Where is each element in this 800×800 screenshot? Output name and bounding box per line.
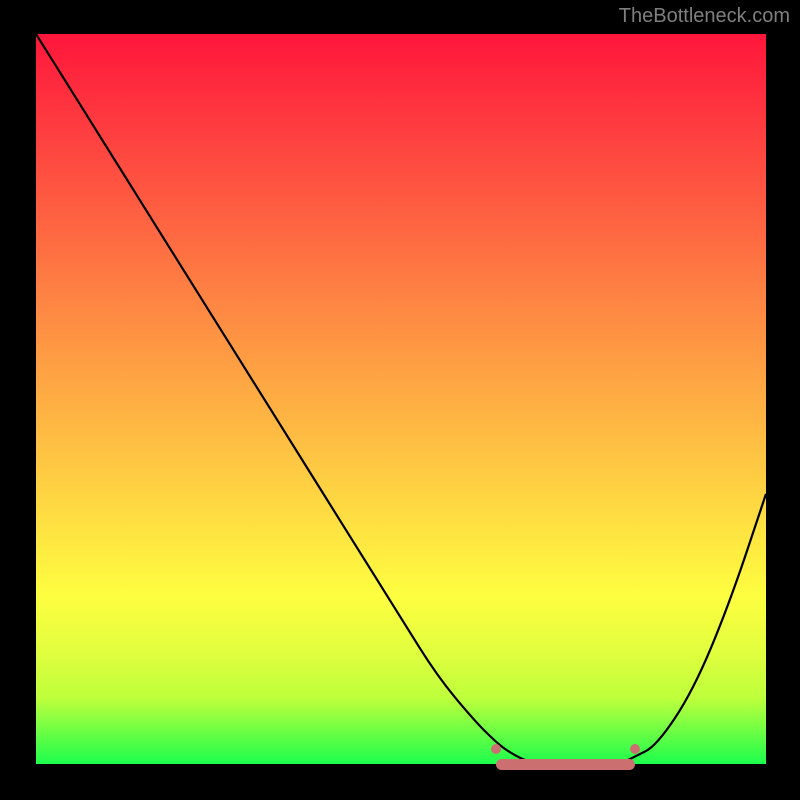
trough-highlight-band bbox=[496, 759, 635, 770]
trough-right-dot bbox=[630, 744, 640, 754]
chart-line bbox=[36, 34, 766, 764]
watermark-text: TheBottleneck.com bbox=[619, 5, 790, 28]
chart-plot-area bbox=[36, 34, 766, 764]
